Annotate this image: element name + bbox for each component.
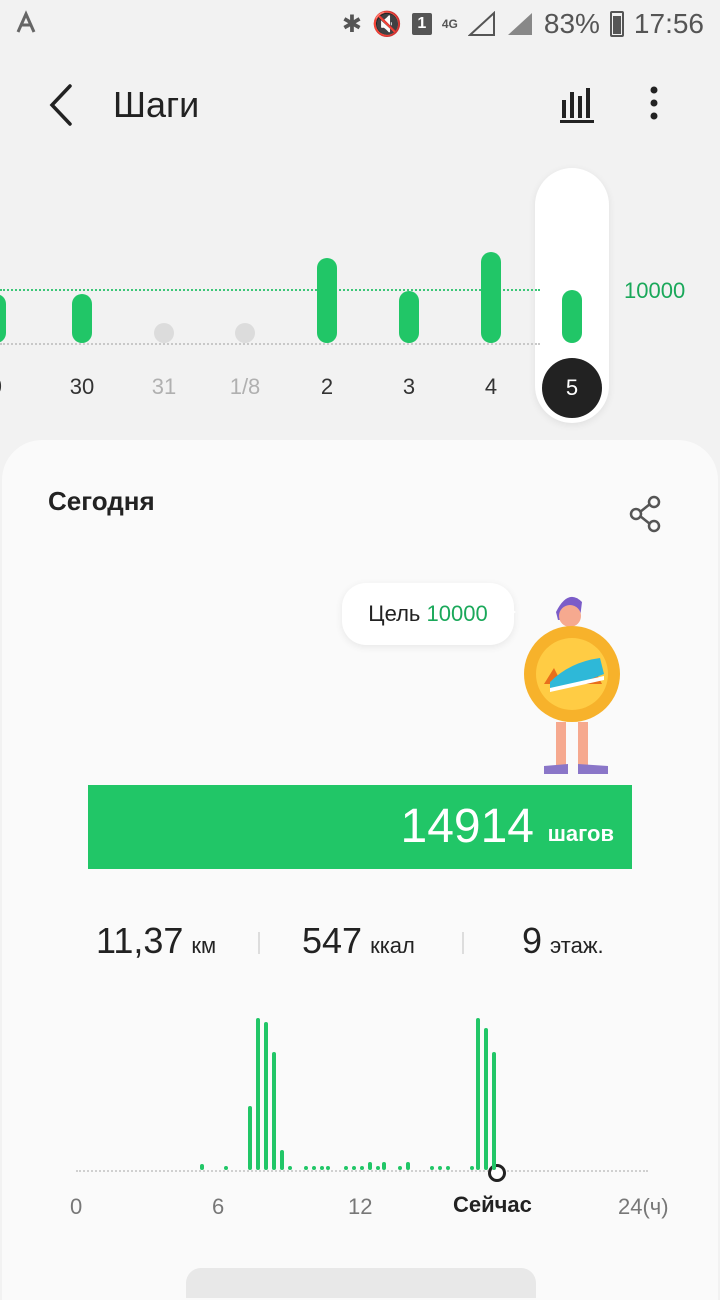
distance-unit: км [191, 933, 217, 958]
axis-label-12: 12 [348, 1194, 373, 1219]
hour-bar [248, 1106, 252, 1170]
now-marker [488, 1164, 506, 1182]
hour-bar [272, 1052, 276, 1170]
network-type: 4G [441, 17, 458, 31]
stats-row: 11,37 км 547 ккал 9 этаж. [2, 920, 718, 980]
day-label[interactable]: 4 [461, 374, 521, 400]
day-label[interactable]: 9 [0, 374, 26, 400]
hour-bar [446, 1166, 450, 1170]
day-bar[interactable] [481, 252, 501, 343]
app-header: Шаги [0, 60, 720, 150]
hourly-steps-chart: 0 6 12 Сейчас 24(ч) [2, 1000, 718, 1240]
hour-bar [224, 1166, 228, 1170]
battery-icon [609, 11, 624, 37]
steps-progress-bar: 14914 шагов [88, 785, 632, 869]
selected-day-label[interactable]: 5 [542, 358, 602, 418]
hour-bar [398, 1166, 402, 1170]
floors-value: 9 [522, 920, 543, 961]
day-bar[interactable] [317, 257, 337, 343]
bluetooth-icon: ✱ [341, 10, 362, 38]
hour-bar [320, 1166, 324, 1170]
day-bar[interactable] [72, 294, 92, 343]
day-label[interactable]: 31 [134, 374, 194, 400]
divider [258, 932, 260, 954]
calories-unit: ккал [370, 933, 415, 958]
card-title: Сегодня [48, 486, 155, 516]
steps-count: 14914 [400, 800, 534, 853]
floors-stat: 9 этаж. [522, 920, 604, 962]
page-title: Шаги [113, 84, 200, 125]
app-notification-icon [14, 10, 38, 41]
distance-stat: 11,37 км [96, 920, 216, 962]
mascot-illustration [524, 596, 620, 774]
hour-bar [326, 1166, 330, 1170]
sim-badge: 1 [411, 13, 432, 35]
signal-icon-2 [507, 13, 532, 35]
daily-steps-chart[interactable]: 10000 9 30 31 1/8 2345 [0, 160, 720, 440]
more-vert-icon [650, 86, 658, 120]
bar-chart-icon [560, 88, 594, 123]
hour-bar [256, 1018, 260, 1170]
day-label[interactable]: 3 [379, 374, 439, 400]
hour-bar [376, 1166, 380, 1170]
axis-label-24: 24(ч) [618, 1194, 669, 1219]
bottom-sheet-handle[interactable] [186, 1268, 536, 1298]
hour-bar [438, 1166, 442, 1170]
status-bar: ✱ 🔇 1 4G 83% 17:56 [0, 0, 720, 52]
goal-line-label: 10000 [624, 278, 686, 303]
hour-bar [264, 1022, 268, 1170]
day-label[interactable]: 1/8 [215, 374, 275, 400]
day-bar[interactable] [399, 290, 419, 343]
day-label[interactable]: 2 [297, 374, 357, 400]
more-options-button[interactable] [636, 82, 672, 126]
steps-unit: шагов [547, 821, 614, 846]
hour-bar [288, 1166, 292, 1170]
calories-stat: 547 ккал [302, 920, 415, 962]
back-arrow-icon [49, 84, 72, 126]
back-button[interactable] [40, 82, 84, 128]
today-card: Сегодня Цель 10000 14914 шагов 11,37 км … [2, 440, 718, 1300]
day-label[interactable]: 30 [52, 374, 112, 400]
hour-bar [352, 1166, 356, 1170]
hour-bar [200, 1164, 204, 1170]
clock: 17:56 [633, 8, 704, 39]
hour-bar [484, 1028, 488, 1170]
axis-label-now: Сейчас [453, 1192, 532, 1217]
hour-bar [470, 1166, 474, 1170]
mute-icon: 🔇 [371, 10, 402, 38]
axis-label-0: 0 [70, 1194, 83, 1219]
goal-line [0, 289, 540, 291]
hour-bar [492, 1052, 496, 1170]
baseline [0, 343, 540, 345]
axis-label-6: 6 [212, 1194, 225, 1219]
sun-badge-icon [524, 626, 620, 722]
hour-bar [382, 1162, 386, 1170]
hour-bar [304, 1166, 308, 1170]
hourly-baseline [76, 1170, 648, 1172]
day-bar[interactable] [0, 294, 6, 343]
calories-value: 547 [302, 920, 363, 961]
battery-percent: 83% [543, 8, 600, 39]
goal-text: Цель [368, 601, 421, 626]
hour-bar [280, 1150, 284, 1170]
day-bar[interactable] [235, 323, 255, 343]
share-icon [629, 495, 661, 533]
goal-value: 10000 [426, 601, 488, 626]
day-bar[interactable] [154, 323, 174, 343]
hour-bar [344, 1166, 348, 1170]
hour-bar [430, 1166, 434, 1170]
hour-bar [406, 1162, 410, 1170]
divider [462, 932, 464, 954]
trends-button[interactable] [556, 82, 600, 126]
hour-bar [312, 1166, 316, 1170]
hour-bar [360, 1166, 364, 1170]
share-button[interactable] [626, 494, 666, 534]
floors-unit: этаж. [550, 933, 604, 958]
hour-bar [476, 1018, 480, 1170]
goal-bubble: Цель 10000 [342, 583, 514, 645]
signal-icon [467, 11, 495, 36]
distance-value: 11,37 [96, 920, 184, 961]
day-bar[interactable] [562, 290, 582, 343]
hour-bar [368, 1162, 372, 1170]
